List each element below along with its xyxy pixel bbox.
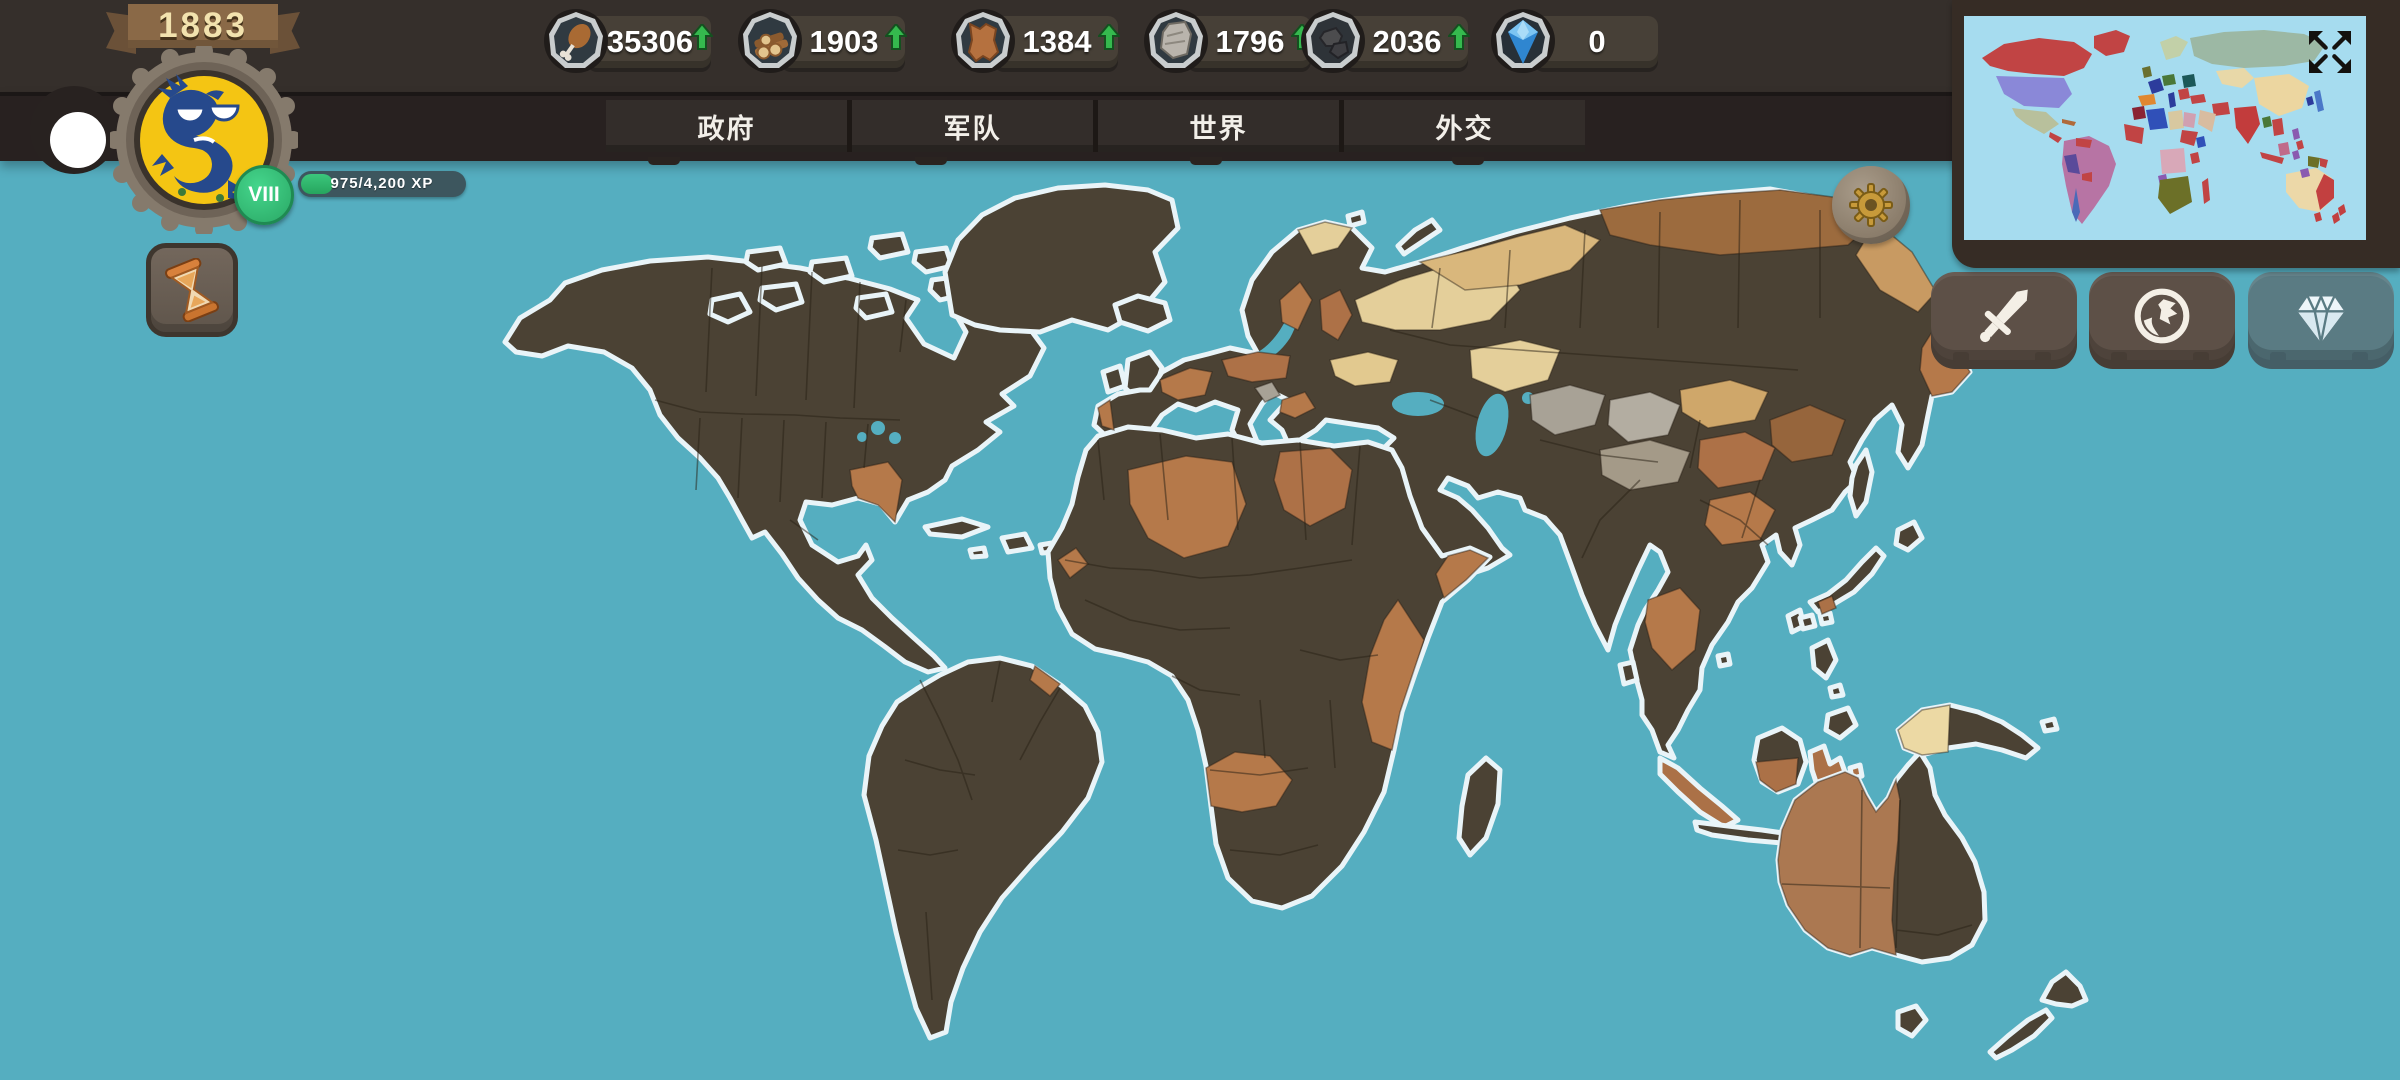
tasmania: [1898, 1006, 1926, 1036]
resource-gems[interactable]: 0: [1490, 8, 1666, 78]
expand-icon[interactable]: [2302, 24, 2358, 80]
year-banner: 1883: [106, 4, 300, 52]
globe-icon: [2124, 278, 2200, 354]
xp-bar: 975/4,200 XP: [298, 171, 466, 197]
war-button[interactable]: [1931, 272, 2077, 360]
tab-bar-notch: [1190, 157, 1222, 165]
game-screen: 政府 军队 世界 外交 35306 1903 1384: [0, 0, 2400, 1080]
button-notch: [2193, 352, 2209, 362]
year-label: 1883: [128, 4, 278, 48]
globe-button[interactable]: [2089, 272, 2235, 360]
logs-icon: [737, 8, 803, 74]
hourglass-icon: [162, 258, 222, 322]
iceland: [1115, 296, 1170, 331]
premium-button[interactable]: [2248, 272, 2394, 360]
button-notch: [1953, 352, 1969, 362]
settings-button[interactable]: [1832, 166, 1910, 244]
tab-bar-notch: [648, 157, 680, 165]
main-tabs: 政府 军队 世界 外交: [606, 100, 1585, 152]
tab-army[interactable]: 军队: [852, 100, 1093, 152]
continent-south-america: [864, 658, 1102, 1038]
resource-wood[interactable]: 1903: [737, 8, 913, 78]
resource-coal[interactable]: 2036: [1300, 8, 1476, 78]
button-notch: [2270, 352, 2286, 362]
resource-stone[interactable]: 1796: [1143, 8, 1319, 78]
tab-world[interactable]: 世界: [1098, 100, 1339, 152]
tab-bar-notch: [1452, 157, 1484, 165]
button-notch: [2111, 352, 2127, 362]
hide-icon: [950, 8, 1016, 74]
gem-icon: [2282, 277, 2360, 355]
button-notch: [2352, 352, 2368, 362]
time-button[interactable]: [146, 243, 238, 337]
resource-food[interactable]: 35306: [543, 8, 719, 78]
menu-button[interactable]: [50, 112, 106, 168]
stone-icon: [1143, 8, 1209, 74]
minimap[interactable]: [1964, 16, 2366, 240]
sword-icon: [1967, 279, 2041, 353]
tab-diplomacy[interactable]: 外交: [1344, 100, 1585, 152]
meat-icon: [543, 8, 609, 74]
button-notch: [2035, 352, 2051, 362]
minimap-panel[interactable]: [1952, 0, 2400, 268]
resource-leather[interactable]: 1384: [950, 8, 1126, 78]
new-zealand: [1990, 972, 2086, 1058]
coal-icon: [1300, 8, 1366, 74]
madagascar: [1459, 758, 1500, 855]
level-label: VIII: [248, 183, 280, 207]
level-badge: VIII: [234, 165, 294, 225]
xp-label: 975/4,200 XP: [298, 171, 466, 197]
diamond-icon: [1490, 8, 1556, 74]
tab-bar-notch: [915, 157, 947, 165]
tab-government[interactable]: 政府: [606, 100, 847, 152]
gear-icon: [1849, 183, 1893, 227]
